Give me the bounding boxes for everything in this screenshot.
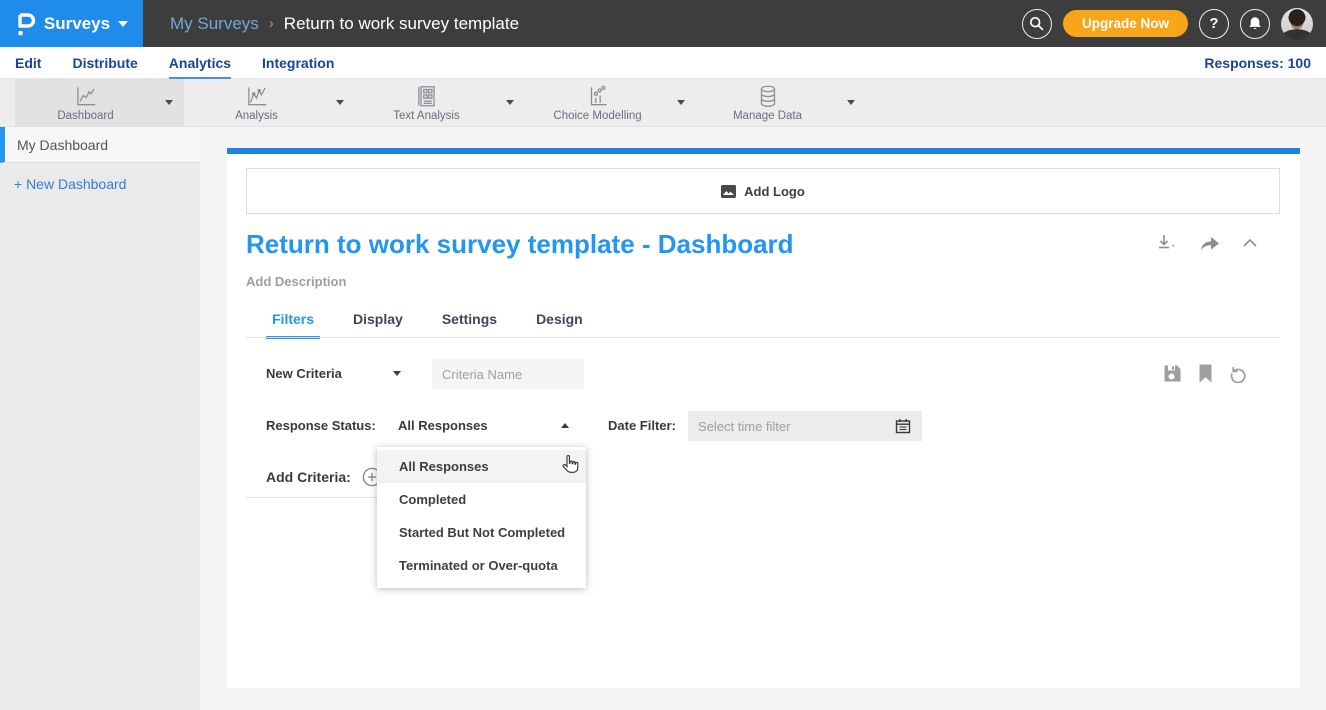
survey-navbar: Edit Distribute Analytics Integration Re… (0, 47, 1326, 79)
dropdown-option-completed[interactable]: Completed (377, 483, 586, 516)
questionpro-logo-icon (15, 10, 36, 37)
toolbar-choice-modelling[interactable]: Choice Modelling (527, 79, 696, 127)
trend-chart-icon (186, 83, 327, 109)
bookmark-button[interactable] (1198, 364, 1213, 388)
card-top-accent (227, 148, 1300, 154)
date-filter-label: Date Filter: (608, 411, 676, 441)
dashboard-card: Add Logo Return to work survey template … (227, 148, 1300, 688)
toolbar-text-analysis[interactable]: Text Analysis (356, 79, 525, 127)
notifications-button[interactable] (1240, 9, 1270, 39)
nav-distribute[interactable]: Distribute (72, 47, 137, 79)
dashboard-sidebar: My Dashboard + New Dashboard (0, 127, 200, 710)
sidebar-item-my-dashboard[interactable]: My Dashboard (0, 127, 200, 163)
chevron-down-icon[interactable] (165, 100, 173, 105)
reset-button[interactable] (1229, 364, 1248, 388)
date-filter-input[interactable] (688, 411, 922, 441)
criteria-row: New Criteria (227, 359, 1300, 389)
download-button[interactable] (1156, 233, 1178, 253)
filter-row: Response Status: All Responses Date Filt… (227, 411, 1300, 441)
dropdown-option-terminated[interactable]: Terminated or Over-quota (377, 549, 586, 582)
dropdown-option-all-responses[interactable]: All Responses (377, 450, 586, 483)
breadcrumb-separator: › (269, 15, 274, 32)
chevron-down-icon[interactable] (677, 100, 685, 105)
chevron-down-icon (118, 21, 128, 27)
toolbar-item-label: Analysis (186, 110, 327, 122)
nav-edit[interactable]: Edit (15, 47, 41, 79)
tab-filters[interactable]: Filters (266, 305, 320, 339)
chevron-up-icon[interactable] (561, 423, 569, 428)
toolbar-manage-data[interactable]: Manage Data (697, 79, 866, 127)
tab-display[interactable]: Display (347, 305, 409, 339)
toolbar-item-label: Choice Modelling (527, 110, 668, 122)
nav-analytics[interactable]: Analytics (169, 47, 231, 79)
line-chart-icon (15, 83, 156, 109)
tab-design[interactable]: Design (530, 305, 589, 339)
app-logo-menu[interactable]: Surveys (0, 0, 143, 47)
add-description-placeholder[interactable]: Add Description (246, 274, 346, 289)
chevron-down-icon[interactable] (336, 100, 344, 105)
topbar: Surveys My Surveys › Return to work surv… (0, 0, 1326, 47)
search-icon (1029, 16, 1044, 31)
user-avatar[interactable] (1281, 8, 1313, 40)
help-button[interactable]: ? (1199, 9, 1229, 39)
hand-cursor-icon (561, 454, 580, 480)
image-icon (721, 185, 736, 198)
page-title[interactable]: Return to work survey template - Dashboa… (246, 229, 794, 260)
dashboard-actions (1156, 233, 1258, 253)
response-status-dropdown: All Responses Completed Started But Not … (377, 447, 586, 588)
chevron-down-icon[interactable] (847, 100, 855, 105)
text-grid-icon (356, 83, 497, 109)
tab-settings[interactable]: Settings (436, 305, 503, 339)
bell-icon (1248, 16, 1262, 31)
analytics-toolbar: Dashboard Analysis Text Analysis Choice … (0, 79, 1326, 127)
add-logo-button[interactable]: Add Logo (246, 168, 1280, 214)
response-status-label: Response Status: (266, 411, 376, 441)
dropdown-option-started[interactable]: Started But Not Completed (377, 516, 586, 549)
responses-count[interactable]: Responses: 100 (1204, 47, 1311, 79)
upgrade-now-button[interactable]: Upgrade Now (1063, 10, 1188, 37)
add-logo-label: Add Logo (744, 184, 805, 199)
criteria-type-select[interactable]: New Criteria (266, 359, 342, 389)
toolbar-item-label: Dashboard (15, 110, 156, 122)
question-mark-icon: ? (1209, 15, 1218, 32)
criteria-actions (1163, 364, 1248, 388)
save-button[interactable] (1163, 364, 1182, 388)
response-status-select[interactable]: All Responses (398, 411, 488, 441)
add-criteria-label: Add Criteria: (266, 462, 351, 492)
filter-tabs: Filters Display Settings Design (266, 305, 589, 339)
breadcrumb-current: Return to work survey template (284, 14, 519, 34)
product-name: Surveys (44, 14, 110, 34)
sidebar-item-label: My Dashboard (17, 137, 108, 153)
breadcrumb: My Surveys › Return to work survey templ… (170, 14, 519, 34)
chevron-down-icon[interactable] (393, 371, 401, 376)
new-dashboard-button[interactable]: + New Dashboard (0, 163, 200, 205)
tabs-divider (246, 337, 1280, 338)
topbar-actions: Upgrade Now ? (1022, 8, 1313, 40)
section-divider (246, 497, 379, 498)
nav-integration[interactable]: Integration (262, 47, 334, 79)
toolbar-item-label: Manage Data (697, 110, 838, 122)
toolbar-analysis[interactable]: Analysis (186, 79, 355, 127)
scatter-chart-icon (527, 83, 668, 109)
calendar-icon[interactable] (895, 418, 911, 439)
toolbar-dashboard[interactable]: Dashboard (15, 79, 184, 127)
chevron-down-icon[interactable] (506, 100, 514, 105)
database-icon (697, 83, 838, 109)
search-button[interactable] (1022, 9, 1052, 39)
share-button[interactable] (1199, 234, 1221, 252)
breadcrumb-my-surveys[interactable]: My Surveys (170, 14, 259, 34)
collapse-button[interactable] (1242, 238, 1258, 248)
criteria-name-input[interactable] (432, 359, 584, 389)
toolbar-item-label: Text Analysis (356, 110, 497, 122)
